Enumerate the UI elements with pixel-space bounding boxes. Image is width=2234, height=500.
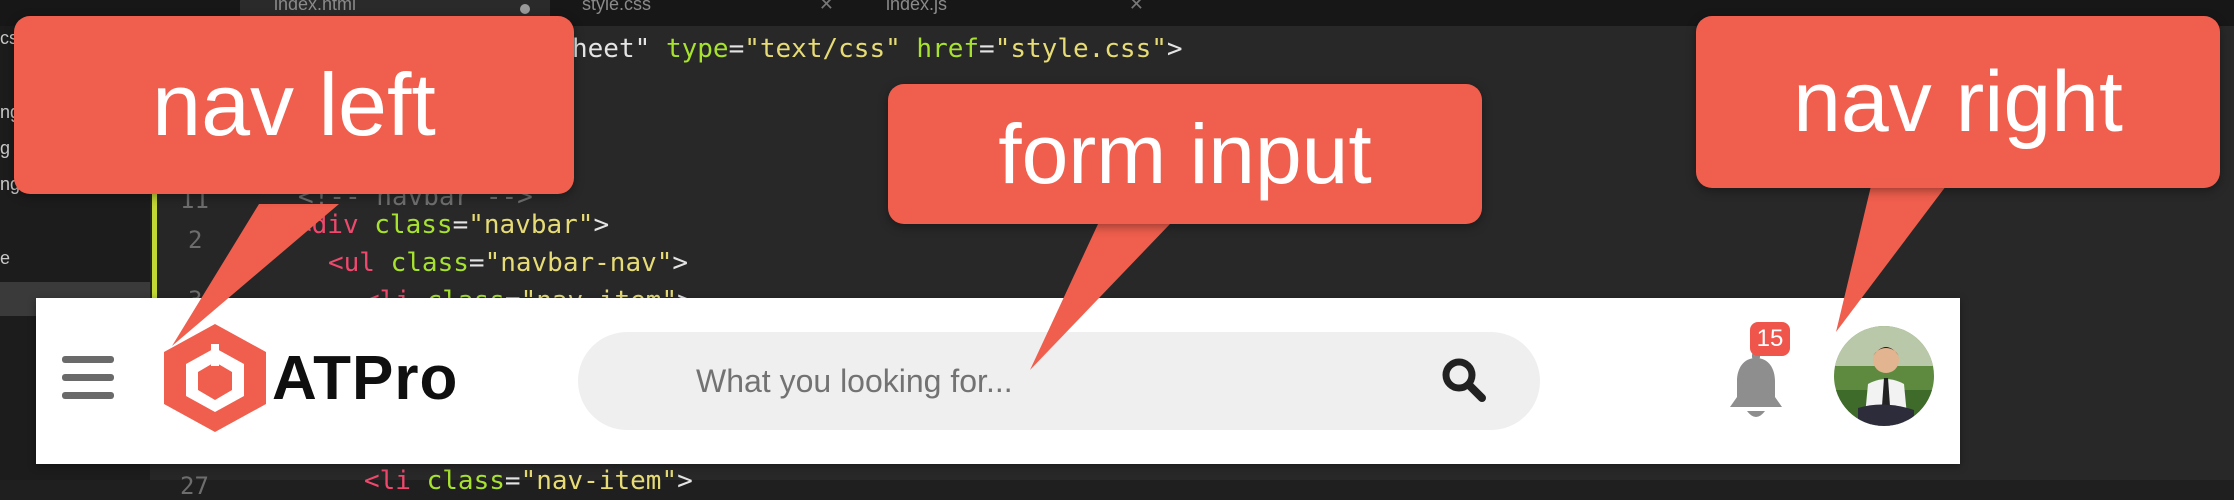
code-token: > <box>1166 34 1183 64</box>
code-line-link: heet" type="text/css" href="style.css"> <box>572 34 1183 64</box>
callout-label: form input <box>888 84 1482 224</box>
tab-label: style.css <box>582 0 652 14</box>
callout-nav-left: nav left <box>14 16 574 346</box>
code-token: type <box>665 34 729 64</box>
callout-label: nav left <box>14 16 574 194</box>
close-icon[interactable]: ✕ <box>1129 0 1144 14</box>
code-token: href <box>916 34 980 64</box>
code-token: <li <box>364 466 411 496</box>
bell-icon[interactable] <box>1726 352 1786 424</box>
code-token: > <box>593 210 610 240</box>
code-token: > <box>677 466 693 496</box>
tab-label: index.html <box>274 0 357 14</box>
unsaved-dot-icon <box>520 4 530 14</box>
tab-index-js[interactable]: index.js ✕ <box>860 0 1160 26</box>
file-tree-item[interactable]: g <box>0 138 10 159</box>
callout-nav-right: nav right <box>1696 16 2220 332</box>
code-token: = <box>504 466 521 496</box>
file-tree-item[interactable]: e <box>0 248 10 269</box>
hamburger-icon[interactable] <box>62 356 114 400</box>
brand-name[interactable]: ATPro <box>272 344 458 414</box>
user-avatar[interactable] <box>1834 326 1934 426</box>
callout-label: nav right <box>1696 16 2220 188</box>
code-token: heet" <box>572 34 651 64</box>
code-token: > <box>672 248 689 278</box>
code-token: class <box>426 466 505 496</box>
callout-form-input: form input <box>888 84 1482 374</box>
code-token: = <box>979 34 995 64</box>
code-token: = <box>728 34 745 64</box>
code-token: "nav-item" <box>520 466 678 496</box>
code-line-li: <li class="nav-item"> <box>364 466 693 496</box>
code-token: "text/css" <box>744 34 901 64</box>
close-icon[interactable]: ✕ <box>819 0 834 14</box>
tab-label: index.js <box>886 0 948 14</box>
tab-style-css[interactable]: style.css ✕ <box>560 0 850 26</box>
line-number: 27 <box>180 472 209 500</box>
code-token: "style.css" <box>994 34 1167 64</box>
